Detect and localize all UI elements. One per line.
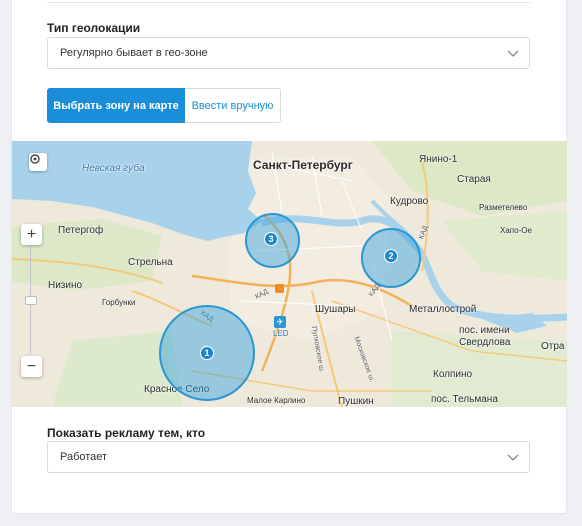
geolocation-type-value: Регулярно бывает в гео-зоне [60,47,208,59]
audience-select[interactable]: Работает [47,441,530,473]
geo-zone-3-marker[interactable]: 3 [264,232,278,246]
select-zone-on-map-button[interactable]: Выбрать зону на карте [47,88,185,123]
map-label-spb: Санкт-Петербург [253,158,353,172]
chevron-down-icon [507,50,519,57]
map[interactable]: Санкт-Петербург Невская губа Петергоф Ст… [12,141,567,407]
map-label-kudrovo: Кудрово [390,196,429,207]
map-label-metallostroy: Металлострой [409,304,477,315]
map-label-led: LED [273,329,289,338]
map-label-gorbunki: Горбунки [102,298,136,307]
map-label-neva-bay: Невская губа [82,163,145,174]
geolocate-button[interactable] [29,153,47,171]
map-label-kolpino: Колпино [433,369,473,380]
map-label-staraya: Старая [457,174,491,185]
locate-icon [30,154,40,164]
map-label-sverdlova: пос. имени Свердлова [459,325,511,348]
enter-manually-button[interactable]: Ввести вручную [185,88,281,123]
map-label-nizino: Низино [48,280,83,291]
zoom-out-button[interactable]: − [21,356,42,377]
divider [47,2,530,3]
zoom-slider-thumb[interactable] [25,296,37,305]
geolocation-type-label: Тип геолокации [47,21,141,35]
map-label-khapo-oe: Хапо-Ое [500,226,532,235]
zoom-in-button[interactable]: + [21,224,42,245]
geo-zone-2-marker[interactable]: 2 [384,249,398,263]
map-label-strelna: Стрельна [128,257,173,268]
map-label-shushary: Шушары [315,304,356,315]
geo-zone-1-marker[interactable]: 1 [200,346,214,360]
zone-mode-switch: Выбрать зону на карте Ввести вручную [47,88,281,123]
airport-icon: ✈ [274,316,286,328]
fuel-station-icon [275,284,284,293]
map-label-razmetelevo: Разметелево [479,203,528,212]
chevron-down-icon [507,454,519,461]
map-label-petergof: Петергоф [58,225,104,236]
audience-label: Показать рекламу тем, кто [47,426,206,440]
map-label-maloe-karlino: Малое Карлино [247,396,306,405]
map-label-telmana: пос. Тельмана [431,394,498,405]
map-label-yanino: Янино-1 [419,154,458,165]
map-label-otradnoe: Отра [541,341,565,352]
geolocation-type-select[interactable]: Регулярно бывает в гео-зоне [47,37,530,69]
audience-value: Работает [60,451,108,463]
map-label-pushkin: Пушкин [338,396,374,407]
